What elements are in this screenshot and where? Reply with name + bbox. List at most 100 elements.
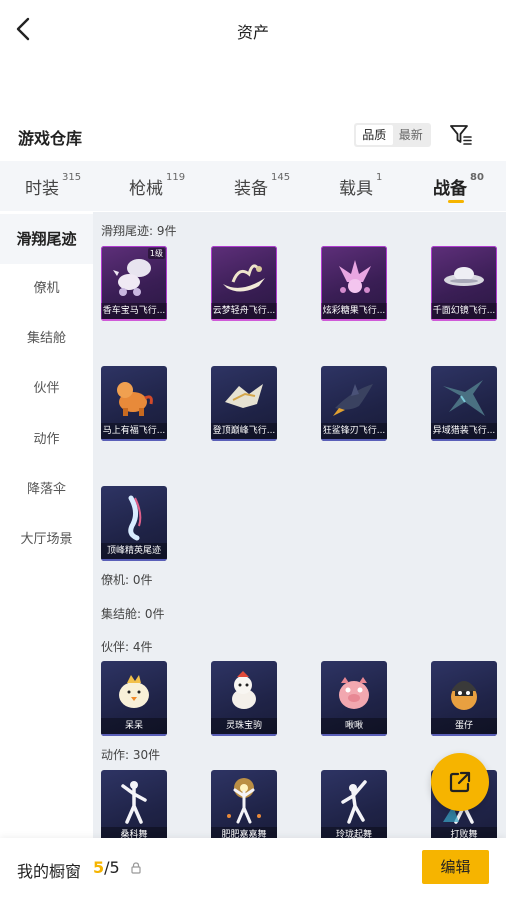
sidebar-item-glide-trail[interactable]: 滑翔尾迹	[0, 214, 93, 264]
rarity-bar	[211, 734, 277, 736]
item-card[interactable]: 异域猎装飞行...	[431, 366, 497, 441]
item-card[interactable]: 玲珑起舞	[321, 770, 387, 838]
shark-icon	[333, 384, 373, 416]
tab-count: 145	[271, 172, 291, 183]
share-icon	[449, 771, 471, 793]
section-header: 游戏仓库 品质 最新	[0, 118, 506, 154]
item-name: 顶峰精英尾迹	[101, 543, 167, 559]
dragon-icon	[443, 380, 485, 416]
item-card[interactable]: 登顶巅峰飞行...	[211, 366, 277, 441]
wings-icon	[225, 384, 263, 408]
item-name: 灵珠宝驹	[211, 718, 277, 734]
sidebar-item-pod[interactable]: 集结舱	[0, 314, 93, 364]
tab-count: 80	[470, 172, 484, 183]
horse-icon	[232, 671, 256, 709]
category-tabs: 时装315 枪械119 装备145 载具1 战备80	[0, 161, 506, 211]
item-name: 桑科舞	[101, 827, 167, 838]
tab-count: 1	[376, 172, 383, 183]
item-card[interactable]: 顶峰精英尾迹	[101, 486, 167, 561]
app-root: 资产 游戏仓库 品质 最新 时装315 枪械119 装备145 载具1 战备80…	[0, 0, 506, 897]
share-button[interactable]	[431, 753, 489, 811]
edit-button[interactable]: 编辑	[422, 850, 489, 884]
sort-toggle: 品质 最新	[354, 123, 431, 147]
sidebar-item-emote[interactable]: 动作	[0, 415, 93, 465]
item-card[interactable]: 1级 香车宝马飞行...	[101, 246, 167, 321]
sidebar: 滑翔尾迹 僚机 集结舱 伙伴 动作 降落伞 大厅场景	[0, 212, 93, 838]
active-tab-indicator	[448, 200, 464, 203]
showcase-current: 5	[93, 858, 105, 877]
chick-icon	[119, 675, 149, 708]
horse-carriage-icon	[113, 259, 151, 296]
sidebar-item-partner[interactable]: 伙伴	[0, 364, 93, 414]
tab-gear[interactable]: 装备145	[234, 172, 291, 199]
rarity-bar	[101, 319, 167, 321]
trail-icon	[128, 495, 142, 541]
item-name: 马上有福飞行...	[101, 423, 167, 439]
firework-dancer-icon	[227, 778, 261, 824]
rarity-bar	[101, 734, 167, 736]
filter-icon	[450, 125, 472, 145]
sidebar-item-parachute[interactable]: 降落伞	[0, 465, 93, 515]
tab-label: 战备	[433, 179, 467, 199]
item-name: 香车宝马飞行...	[101, 303, 167, 319]
section-title: 游戏仓库	[18, 129, 83, 148]
item-name: 呆呆	[101, 718, 167, 734]
lock-icon	[131, 862, 141, 874]
dancer-icon	[121, 781, 147, 824]
item-name: 啾啾	[321, 718, 387, 734]
candy-icon	[339, 260, 371, 293]
tab-fashion[interactable]: 时装315	[25, 172, 81, 199]
tab-vehicles[interactable]: 载具1	[339, 172, 383, 199]
top-bar: 资产	[0, 0, 506, 60]
item-card[interactable]: 炫彩糖果飞行...	[321, 246, 387, 321]
rarity-bar	[431, 734, 497, 736]
item-name: 打败舞	[431, 827, 497, 838]
level-badge: 1级	[147, 248, 165, 259]
item-card[interactable]: 马上有福飞行...	[101, 366, 167, 441]
group-label-drone: 僚机: 0件	[101, 573, 153, 587]
item-card[interactable]: 云梦轻舟飞行...	[211, 246, 277, 321]
item-name: 云梦轻舟飞行...	[211, 303, 277, 319]
egg-knight-icon	[451, 681, 477, 710]
item-name: 狂鲨锋刃飞行...	[321, 423, 387, 439]
bottom-bar: 我的橱窗 5/5 编辑	[0, 838, 506, 897]
group-label-emote: 动作: 30件	[101, 748, 161, 762]
rarity-bar	[321, 319, 387, 321]
item-name: 千面幻镜飞行...	[431, 303, 497, 319]
tab-guns[interactable]: 枪械119	[129, 172, 186, 199]
tab-battle-prep[interactable]: 战备80	[433, 172, 484, 199]
showcase-label: 我的橱窗	[17, 862, 82, 881]
item-card[interactable]: 千面幻镜飞行...	[431, 246, 497, 321]
sort-latest-option[interactable]: 最新	[393, 125, 430, 145]
rarity-bar	[321, 734, 387, 736]
item-card[interactable]: 蛋仔	[431, 661, 497, 736]
item-name: 炫彩糖果飞行...	[321, 303, 387, 319]
pony-icon	[117, 382, 153, 416]
showcase-total: /5	[104, 858, 120, 877]
item-card[interactable]: 狂鲨锋刃飞行...	[321, 366, 387, 441]
group-label-glide: 滑翔尾迹: 9件	[101, 224, 177, 238]
dancer-icon	[341, 780, 367, 824]
sidebar-item-drone[interactable]: 僚机	[0, 264, 93, 314]
group-label-partner: 伙伴: 4件	[101, 640, 153, 654]
item-card[interactable]: 桑科舞	[101, 770, 167, 838]
rarity-bar	[431, 439, 497, 441]
ufo-icon	[444, 267, 484, 286]
group-label-pod: 集结舱: 0件	[101, 607, 165, 621]
item-card[interactable]: 呆呆	[101, 661, 167, 736]
sidebar-item-lobby-scene[interactable]: 大厅场景	[0, 515, 93, 565]
item-name: 异域猎装飞行...	[431, 423, 497, 439]
tab-label: 枪械	[129, 179, 163, 199]
lamp-boat-icon	[223, 264, 265, 292]
filter-button[interactable]	[449, 124, 473, 146]
tab-count: 119	[166, 172, 186, 183]
item-name: 蛋仔	[431, 718, 497, 734]
item-card[interactable]: 啾啾	[321, 661, 387, 736]
rarity-bar	[101, 439, 167, 441]
sort-quality-option[interactable]: 品质	[356, 125, 393, 145]
tab-label: 载具	[339, 179, 373, 199]
tab-label: 装备	[234, 179, 268, 199]
item-card[interactable]: 灵珠宝驹	[211, 661, 277, 736]
showcase-count: 5/5	[93, 858, 120, 877]
item-card[interactable]: 肥肥嘉嘉舞	[211, 770, 277, 838]
